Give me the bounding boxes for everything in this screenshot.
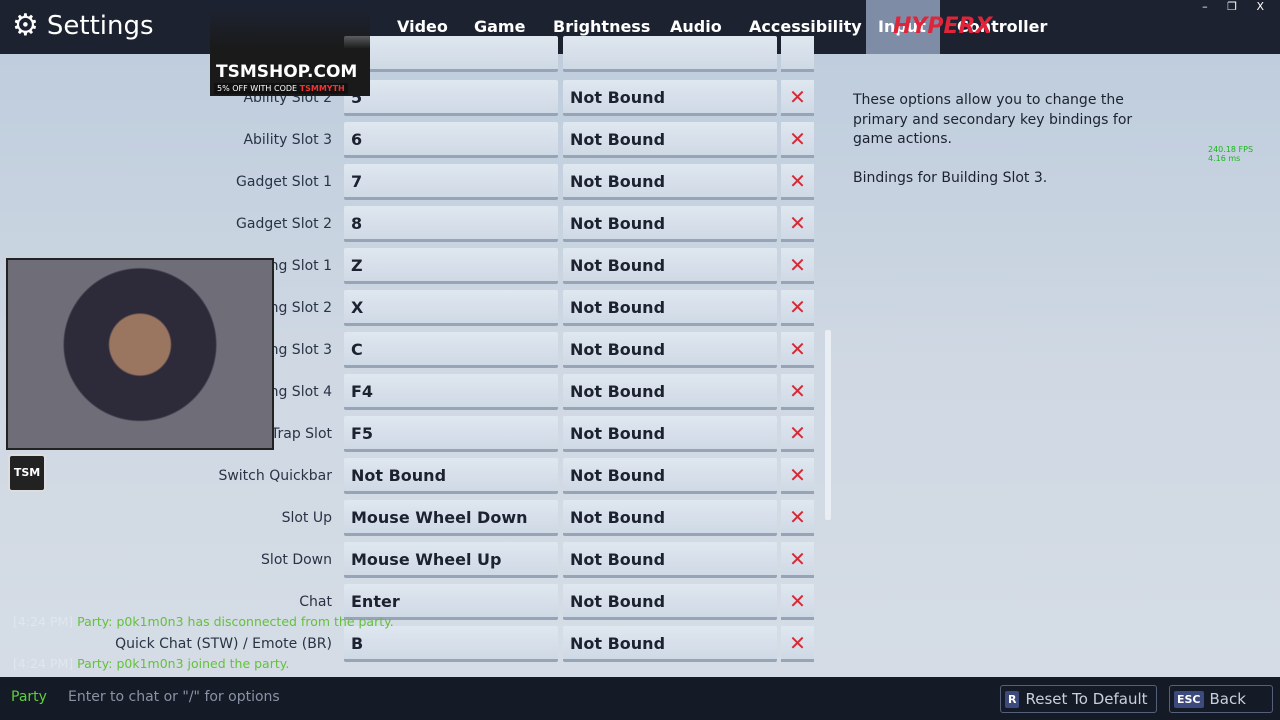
webcam-overlay	[6, 258, 274, 450]
frametime-value: 4.16 ms	[1208, 154, 1241, 163]
shop-overlay: TSMSHOP.COM 5% OFF WITH CODE TSMMYTH	[210, 10, 370, 96]
primary-key-button[interactable]: F5	[344, 416, 558, 452]
description-panel: These options allow you to change the pr…	[853, 91, 1133, 188]
key-partial[interactable]	[344, 36, 558, 72]
primary-key-button[interactable]: Mouse Wheel Down	[344, 500, 558, 536]
x-icon: ✕	[789, 337, 806, 361]
fps-counter: 240.18 FPS 4.16 ms	[1208, 145, 1253, 163]
secondary-key-button[interactable]: Not Bound	[563, 374, 777, 410]
clear-binding-button[interactable]: ✕	[781, 122, 814, 158]
x-icon: ✕	[789, 589, 806, 613]
binding-row: Gadget Slot 1 7 Not Bound ✕	[0, 164, 820, 200]
clear-button[interactable]	[781, 36, 814, 72]
binding-label: Trap Slot	[271, 426, 332, 442]
secondary-key-button[interactable]: Not Bound	[563, 332, 777, 368]
primary-key-button[interactable]: 8	[344, 206, 558, 242]
chat-channel[interactable]: Party	[11, 689, 47, 705]
binding-row: Slot Down Mouse Wheel Up Not Bound ✕	[0, 542, 820, 578]
secondary-key-button[interactable]: Not Bound	[563, 542, 777, 578]
secondary-key-button[interactable]: Not Bound	[563, 164, 777, 200]
primary-key-button[interactable]: 6	[344, 122, 558, 158]
primary-key-button[interactable]: 5	[344, 80, 558, 116]
tsm-logo: TSM	[8, 454, 46, 492]
clear-binding-button[interactable]: ✕	[781, 416, 814, 452]
x-icon: ✕	[789, 85, 806, 109]
binding-label: Gadget Slot 1	[236, 174, 332, 190]
x-icon: ✕	[789, 127, 806, 151]
secondary-key-button[interactable]: Not Bound	[563, 626, 777, 662]
window-controls[interactable]: – ❐ X	[1202, 0, 1272, 13]
x-icon: ✕	[789, 505, 806, 529]
chat-message: [4:24 PM] Party: p0k1m0n3 joined the par…	[13, 656, 290, 671]
primary-key-button[interactable]: Not Bound	[344, 458, 558, 494]
binding-label: Slot Down	[261, 552, 332, 568]
fps-value: 240.18 FPS	[1208, 145, 1254, 154]
clear-binding-button[interactable]: ✕	[781, 374, 814, 410]
x-icon: ✕	[789, 211, 806, 235]
chat-message: [4:24 PM] Party: p0k1m0n3 has disconnect…	[13, 614, 394, 629]
x-icon: ✕	[789, 253, 806, 277]
x-icon: ✕	[789, 295, 806, 319]
secondary-key-button[interactable]: Not Bound	[563, 584, 777, 620]
description-detail: Bindings for Building Slot 3.	[853, 169, 1048, 186]
clear-binding-button[interactable]: ✕	[781, 290, 814, 326]
secondary-key-button[interactable]: Not Bound	[563, 80, 777, 116]
reset-to-default-button[interactable]: R Reset To Default	[1000, 685, 1157, 713]
clear-binding-button[interactable]: ✕	[781, 164, 814, 200]
binding-row: Switch Quickbar Not Bound Not Bound ✕	[0, 458, 820, 494]
x-icon: ✕	[789, 631, 806, 655]
binding-row: Slot Up Mouse Wheel Down Not Bound ✕	[0, 500, 820, 536]
secondary-key-button[interactable]: Not Bound	[563, 458, 777, 494]
chat-input[interactable]: Enter to chat or "/" for options	[68, 689, 280, 705]
primary-key-button[interactable]: X	[344, 290, 558, 326]
primary-key-button[interactable]: F4	[344, 374, 558, 410]
primary-key-button[interactable]: 7	[344, 164, 558, 200]
clear-binding-button[interactable]: ✕	[781, 248, 814, 284]
secondary-key-button[interactable]: Not Bound	[563, 206, 777, 242]
x-icon: ✕	[789, 379, 806, 403]
clear-binding-button[interactable]: ✕	[781, 206, 814, 242]
secondary-key-button[interactable]: Not Bound	[563, 122, 777, 158]
binding-label: Gadget Slot 2	[236, 216, 332, 232]
esc-key-icon: ESC	[1174, 690, 1204, 708]
primary-key-button[interactable]: C	[344, 332, 558, 368]
primary-key-button[interactable]: Z	[344, 248, 558, 284]
x-icon: ✕	[789, 547, 806, 571]
clear-binding-button[interactable]: ✕	[781, 542, 814, 578]
clear-binding-button[interactable]: ✕	[781, 584, 814, 620]
promo-code: 5% OFF WITH CODE TSMMYTH	[214, 83, 348, 94]
back-button[interactable]: ESC Back	[1169, 685, 1273, 713]
binding-label: Slot Up	[281, 510, 332, 526]
binding-label: Switch Quickbar	[218, 468, 332, 484]
footer-bar: Party Enter to chat or "/" for options R…	[0, 677, 1280, 720]
x-icon: ✕	[789, 463, 806, 487]
primary-key-button[interactable]: Mouse Wheel Up	[344, 542, 558, 578]
description-text: These options allow you to change the pr…	[853, 92, 1133, 147]
hyperx-logo: HYPERX	[893, 14, 993, 39]
key-partial[interactable]	[563, 36, 777, 72]
shop-url: TSMSHOP.COM	[216, 62, 358, 82]
scrollbar[interactable]	[825, 330, 831, 520]
r-key-icon: R	[1005, 690, 1020, 708]
binding-label: Ability Slot 3	[243, 132, 332, 148]
clear-binding-button[interactable]: ✕	[781, 500, 814, 536]
binding-row: Gadget Slot 2 8 Not Bound ✕	[0, 206, 820, 242]
clear-binding-button[interactable]: ✕	[781, 332, 814, 368]
binding-row: Ability Slot 2 5 Not Bound ✕	[0, 80, 820, 116]
clear-binding-button[interactable]: ✕	[781, 626, 814, 662]
secondary-key-button[interactable]: Not Bound	[563, 248, 777, 284]
clear-binding-button[interactable]: ✕	[781, 80, 814, 116]
secondary-key-button[interactable]: Not Bound	[563, 500, 777, 536]
secondary-key-button[interactable]: Not Bound	[563, 290, 777, 326]
x-icon: ✕	[789, 421, 806, 445]
clear-binding-button[interactable]: ✕	[781, 458, 814, 494]
binding-row: Ability Slot 3 6 Not Bound ✕	[0, 122, 820, 158]
secondary-key-button[interactable]: Not Bound	[563, 416, 777, 452]
primary-key-button[interactable]: B	[344, 626, 558, 662]
x-icon: ✕	[789, 169, 806, 193]
